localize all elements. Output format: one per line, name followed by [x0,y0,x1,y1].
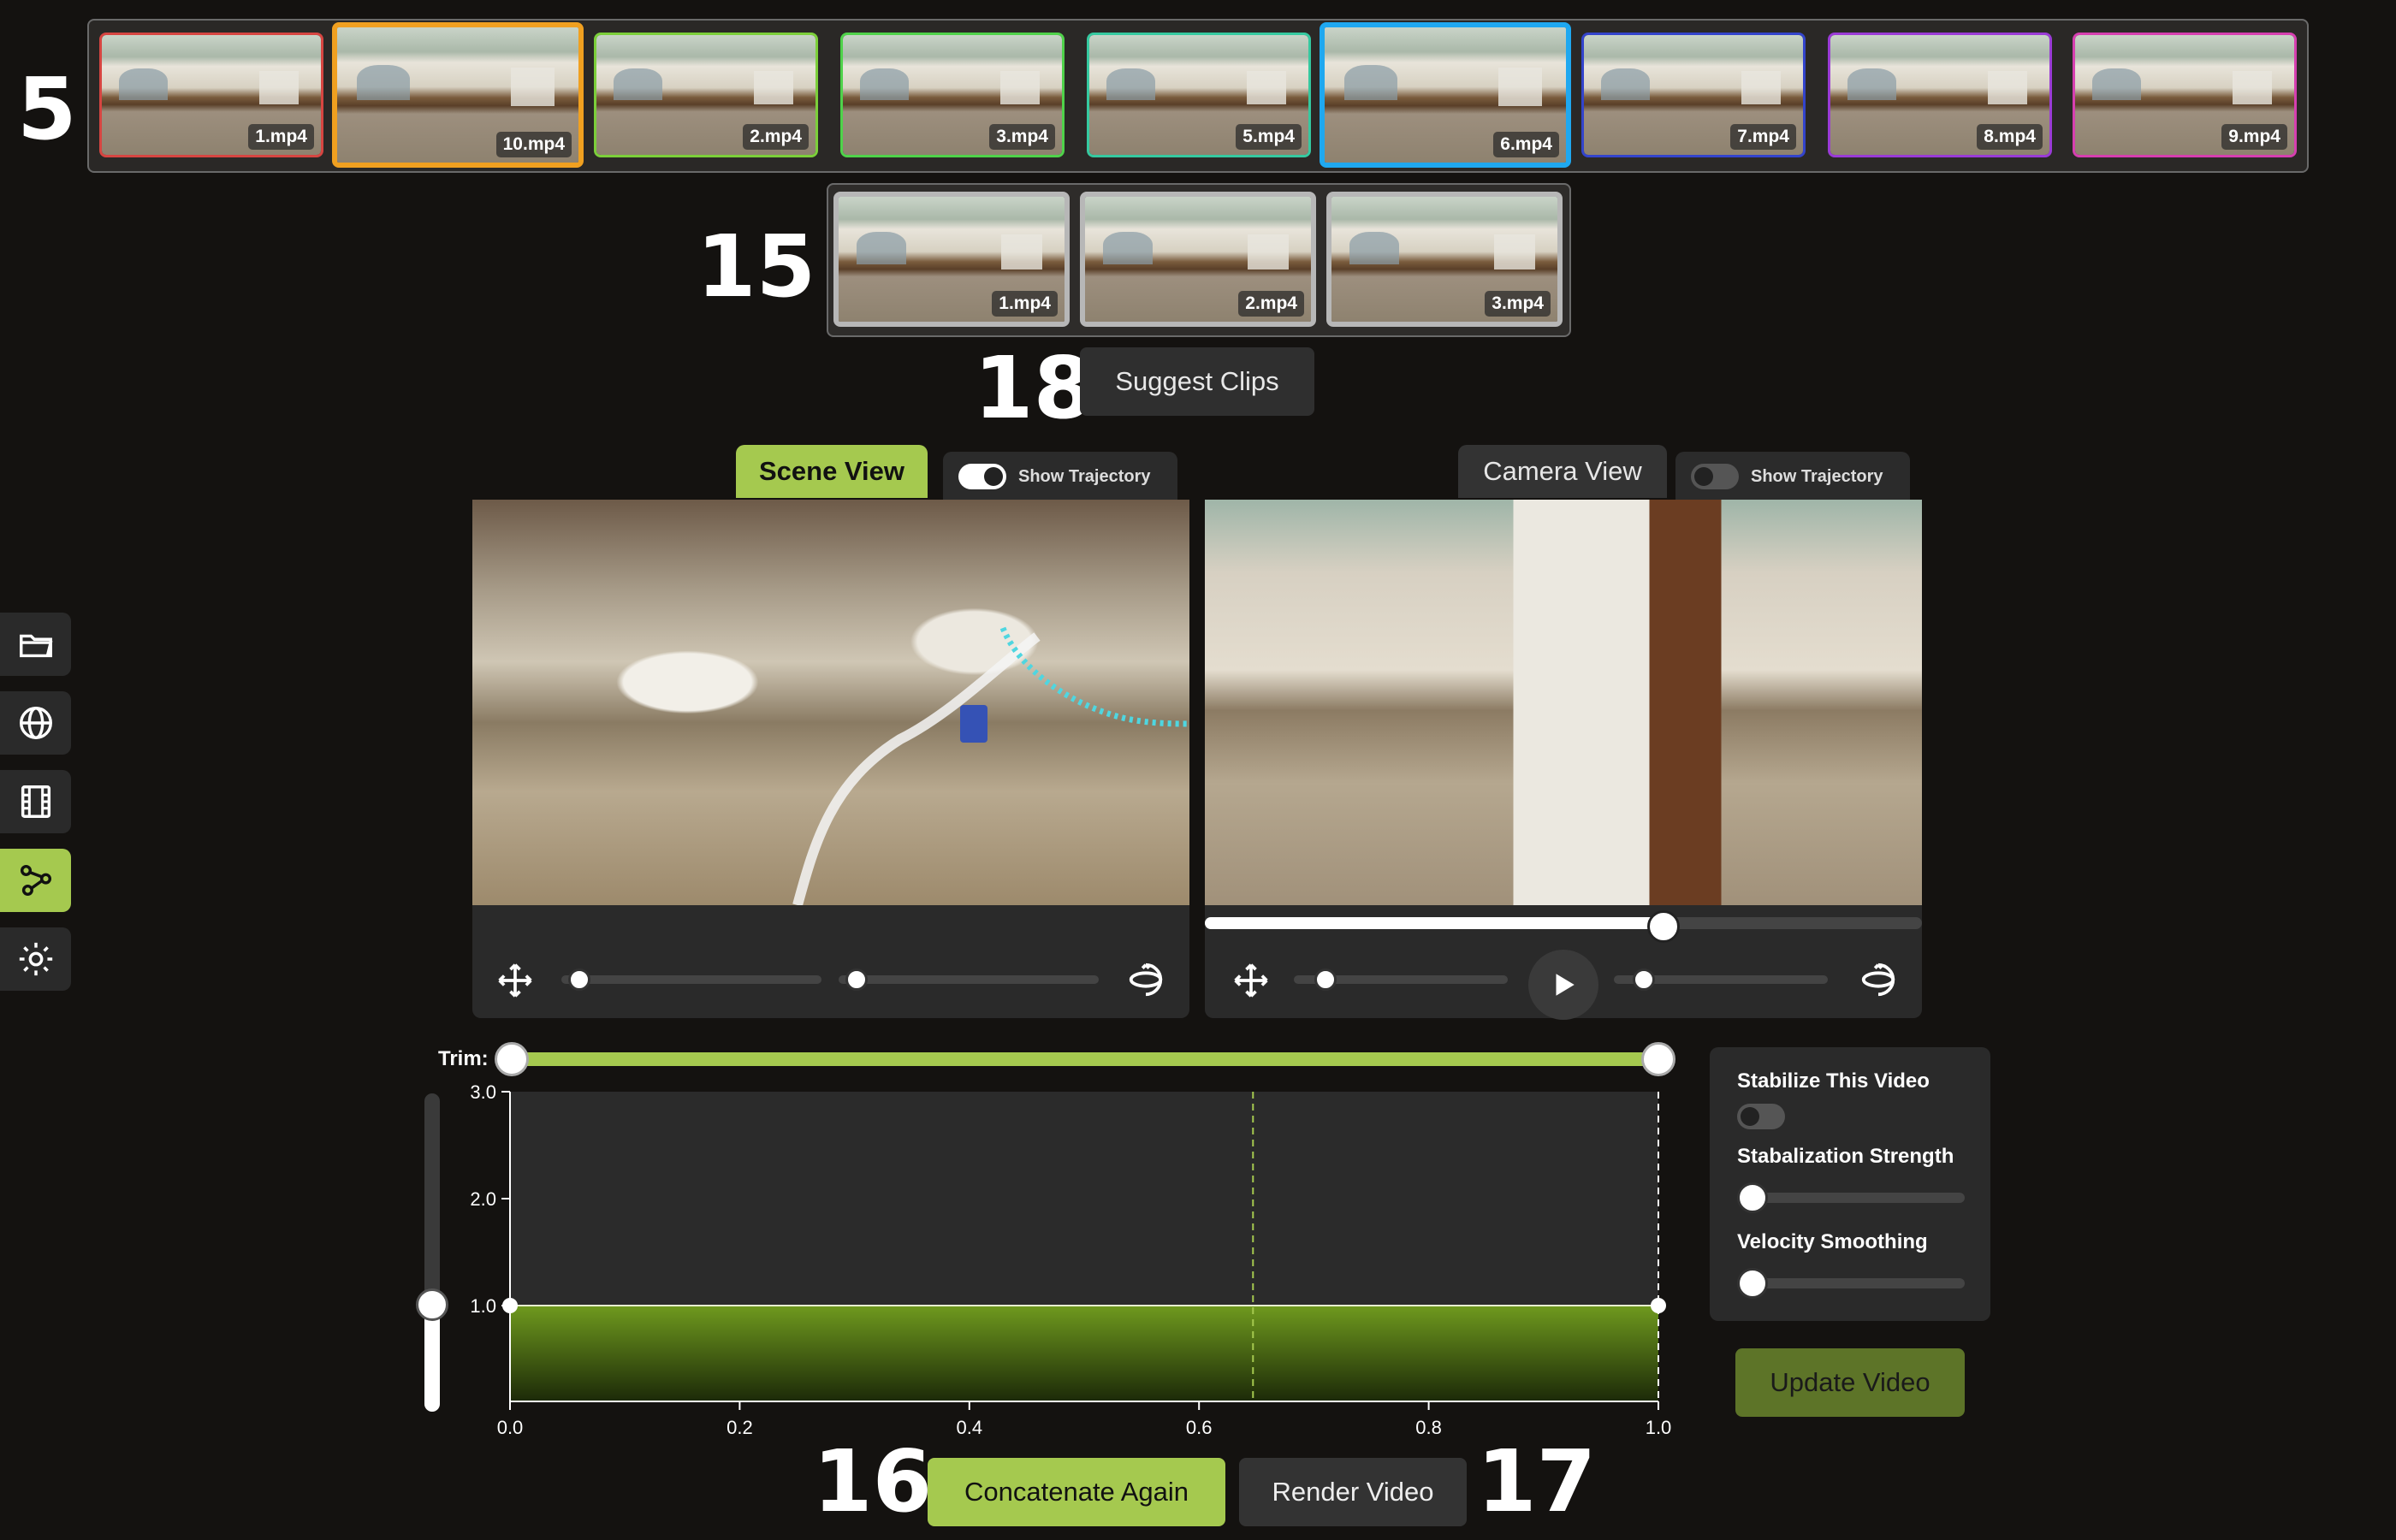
selected-clip-thumbnail[interactable]: 2.mp4 [1080,192,1316,327]
speed-slider-handle[interactable] [416,1288,448,1321]
y-tick-label: 2.0 [470,1188,496,1210]
scene-slider-2[interactable] [839,975,1099,984]
speed-slider-fill [424,1306,440,1412]
clip-label: 7.mp4 [1730,124,1796,150]
play-button[interactable] [1528,950,1598,1020]
x-tick-label: 0.8 [1415,1417,1442,1438]
clip-label: 6.mp4 [1493,132,1559,157]
trim-end-handle[interactable] [1641,1042,1675,1076]
clip-label: 8.mp4 [1977,124,2043,150]
marker-18: 18 [974,338,1094,438]
scene-slider-2-handle[interactable] [845,968,868,991]
clip-thumbnail[interactable]: 3.mp4 [840,33,1065,157]
speed-vertical-slider[interactable] [424,1093,440,1412]
clip-label: 1.mp4 [992,291,1058,317]
concatenate-again-button[interactable]: Concatenate Again [928,1458,1225,1526]
camera-progress-fill [1205,917,1664,929]
rotate-3d-icon[interactable] [1859,960,1898,999]
clip-label: 3.mp4 [989,124,1055,150]
sidebar-item-gear[interactable] [0,927,71,991]
clip-thumbnail[interactable]: 1.mp4 [99,33,323,157]
gear-icon [19,942,52,976]
strength-slider-handle[interactable] [1737,1182,1768,1213]
film-icon [21,785,50,818]
speed-chart[interactable]: 3.0 2.0 1.0 0.0 0.2 0.4 0.6 0.8 1.0 [445,1078,1677,1454]
selected-clip-thumbnail[interactable]: 3.mp4 [1326,192,1563,327]
trim-start-handle[interactable] [495,1042,529,1076]
stabilize-toggle[interactable] [1737,1104,1785,1129]
clip-label: 2.mp4 [743,124,809,150]
update-video-button[interactable]: Update Video [1735,1348,1965,1417]
clip-thumbnail[interactable]: 9.mp4 [2073,33,2297,157]
scene-render[interactable] [472,500,1189,905]
folder-open-icon [19,634,52,658]
toggle-label: Show Trajectory [1018,466,1151,486]
scene-slider-1-handle[interactable] [568,968,590,991]
play-icon [1556,974,1575,996]
toggle-label: Show Trajectory [1751,466,1883,486]
clip-label: 9.mp4 [2221,124,2287,150]
scene-view-pane [472,500,1189,1018]
rotate-3d-icon[interactable] [1126,960,1165,999]
trim-track[interactable] [510,1052,1658,1066]
globe-icon [19,707,52,739]
tab-camera-view[interactable]: Camera View [1458,445,1667,498]
sidebar-item-globe[interactable] [0,691,71,755]
clip-label: 3.mp4 [1485,291,1551,317]
y-tick-label: 3.0 [470,1081,496,1103]
clip-thumbnail[interactable]: 5.mp4 [1087,33,1311,157]
x-tick-label: 0.4 [957,1417,983,1438]
trajectory-icon [20,864,51,897]
camera-progress-handle[interactable] [1647,910,1681,943]
toggle-switch[interactable] [1691,464,1739,489]
suggest-clips-button[interactable]: Suggest Clips [1080,347,1314,416]
camera-view-pane [1205,500,1922,1020]
clip-label: 10.mp4 [495,132,572,157]
clip-label: 1.mp4 [248,124,314,150]
camera-slider-1-handle[interactable] [1314,968,1337,991]
x-tick-label: 0.2 [727,1417,753,1438]
clip-label: 2.mp4 [1238,291,1304,317]
clip-label: 5.mp4 [1236,124,1302,150]
move-icon[interactable] [1232,962,1270,999]
clip-thumbnail[interactable]: 8.mp4 [1828,33,2052,157]
render-video-button[interactable]: Render Video [1239,1458,1467,1526]
clip-thumbnail[interactable]: 10.mp4 [332,22,584,168]
sidebar-item-trajectory[interactable] [0,849,71,912]
trim-label: Trim: [438,1047,489,1070]
x-tick-label: 0.6 [1186,1417,1213,1438]
smoothing-label: Velocity Smoothing [1737,1230,1928,1253]
trajectory-path [792,626,1189,905]
x-tick-label: 0.0 [497,1417,524,1438]
strength-slider[interactable] [1737,1193,1965,1203]
selected-clip-thumbnail[interactable]: 1.mp4 [833,192,1070,327]
scene-slider-1[interactable] [561,975,821,984]
camera-slider-2-handle[interactable] [1633,968,1655,991]
toggle-switch[interactable] [958,464,1006,489]
marker-5: 5 [17,59,77,159]
marker-15: 15 [697,216,816,317]
strength-label: Stabalization Strength [1737,1145,1954,1168]
camera-render[interactable] [1205,500,1922,905]
scene-show-trajectory-toggle[interactable]: Show Trajectory [943,452,1177,501]
tab-scene-view[interactable]: Scene View [736,445,928,498]
y-tick-label: 1.0 [470,1295,496,1317]
clip-thumbnail[interactable]: 6.mp4 [1320,22,1571,168]
smoothing-slider-handle[interactable] [1737,1268,1768,1299]
speed-area [510,1306,1658,1401]
move-icon[interactable] [496,962,534,999]
sidebar-item-film[interactable] [0,770,71,833]
stabilize-label: Stabilize This Video [1737,1069,1930,1093]
smoothing-slider[interactable] [1737,1278,1965,1288]
x-tick-label: 1.0 [1646,1417,1672,1438]
camera-show-trajectory-toggle[interactable]: Show Trajectory [1675,452,1910,501]
clip-thumbnail[interactable]: 2.mp4 [594,33,818,157]
clip-thumbnail[interactable]: 7.mp4 [1581,33,1806,157]
sidebar-item-folder-open[interactable] [0,613,71,676]
